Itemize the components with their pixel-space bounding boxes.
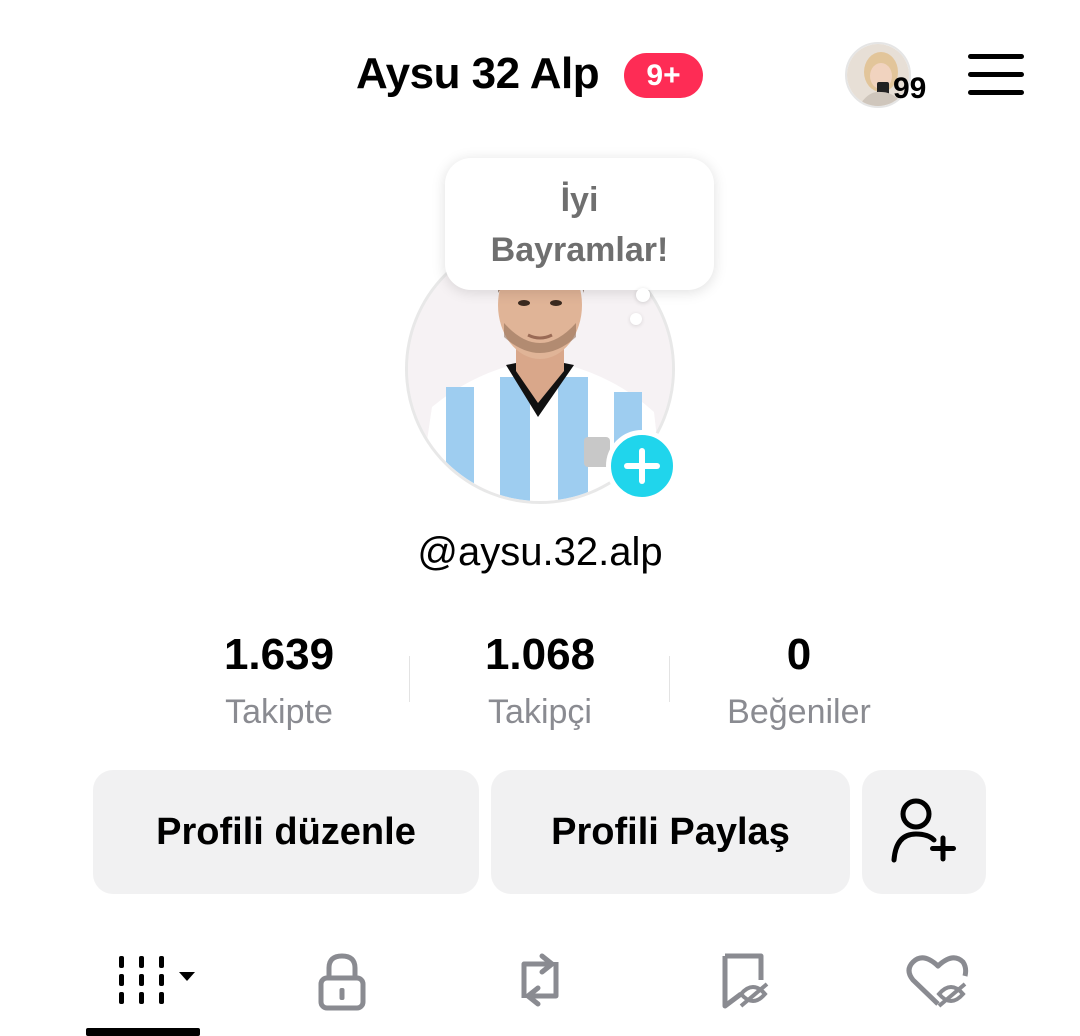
stat-likes-value: 0 [786,630,812,679]
stat-following-value: 1.639 [223,630,335,679]
chevron-down-icon [179,972,195,981]
tab-reposts[interactable] [485,940,595,1020]
note-bubble-tail [636,288,650,302]
stat-followers-label: Takipçi [488,693,592,731]
stat-following[interactable]: 1.639 Takipte [149,628,409,734]
stat-likes[interactable]: 0 Beğeniler [669,628,929,734]
bookmark-hidden-icon [722,953,769,1009]
share-profile-button[interactable]: Profili Paylaş [491,770,850,894]
notification-badge[interactable]: 9+ [624,53,703,98]
tab-videos[interactable] [98,940,208,1020]
profile-note-line1: İyi [560,181,599,219]
stat-followers[interactable]: 1.068 Takipçi [410,628,670,734]
edit-profile-button[interactable]: Profili düzenle [93,770,479,894]
active-tab-indicator [86,1028,200,1036]
liked-hidden-icon [906,955,969,1008]
add-user-icon [891,798,956,863]
profile-note-bubble[interactable]: İyi Bayramlar! [445,158,714,290]
username[interactable]: @aysu.32.alp [0,526,1080,578]
repost-icon [521,953,559,1007]
tab-private[interactable] [287,940,397,1020]
add-avatar-button[interactable] [606,430,678,502]
note-bubble-tail-small [630,313,642,325]
grid-videos-icon [119,956,195,1004]
tab-favorites[interactable] [688,940,798,1020]
stat-following-label: Takipte [225,693,333,731]
account-notification-count: 99 [893,72,927,105]
stat-likes-label: Beğeniler [727,693,871,731]
add-friend-button[interactable] [862,770,986,894]
tab-liked[interactable] [883,940,993,1020]
hamburger-menu-icon[interactable] [968,54,1024,96]
profile-note-line2: Bayramlar! [490,231,669,269]
plus-icon [624,448,660,484]
stat-followers-value: 1.068 [484,630,596,679]
lock-icon [318,953,366,1011]
profile-title[interactable]: Aysu 32 Alp [356,48,600,100]
